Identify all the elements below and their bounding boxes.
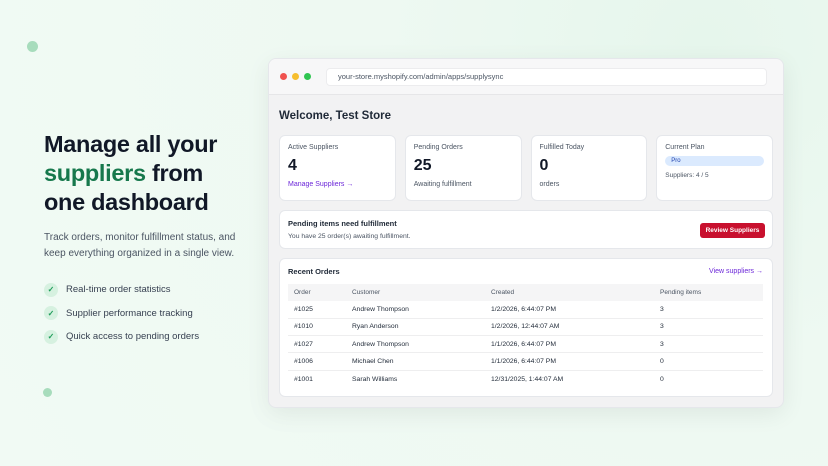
stat-card-active-suppliers: Active Suppliers 4 Manage Suppliers → xyxy=(279,135,396,201)
review-suppliers-button[interactable]: Review Suppliers xyxy=(700,223,765,238)
table-row[interactable]: #1006 Michael Chen 1/1/2026, 6:44:07 PM … xyxy=(288,352,763,371)
dashboard: Welcome, Test Store Active Suppliers 4 M… xyxy=(269,95,783,397)
column-header-pending-items: Pending items xyxy=(654,284,763,301)
order-number: #1010 xyxy=(288,318,346,337)
alert-title: Pending items need fulfillment xyxy=(288,219,397,228)
browser-titlebar: your-store.myshopify.com/admin/apps/supp… xyxy=(269,59,783,95)
created-date: 1/2/2026, 12:44:07 AM xyxy=(485,318,654,337)
stat-card-current-plan: Current Plan Pro Suppliers: 4 / 5 xyxy=(656,135,773,201)
decorative-dot xyxy=(27,41,38,52)
hero-subtext: Track orders, monitor fulfillment status… xyxy=(44,232,236,259)
order-number: #1001 xyxy=(294,375,313,383)
stat-card-fulfilled-today: Fulfilled Today 0 orders xyxy=(530,135,648,201)
headline-line2-rest: from xyxy=(145,160,204,186)
plan-badge: Pro xyxy=(665,156,764,166)
column-header-customer: Customer xyxy=(346,284,485,301)
feature-item: ✓ Quick access to pending orders xyxy=(44,325,254,349)
check-icon: ✓ xyxy=(44,282,58,297)
stat-value: 0 xyxy=(539,157,549,174)
order-number: #1006 xyxy=(288,352,346,371)
stats-row: Active Suppliers 4 Manage Suppliers → Pe… xyxy=(279,135,773,201)
pending-items: 3 xyxy=(654,301,763,319)
pending-items: 3 xyxy=(654,335,763,354)
stat-label: Fulfilled Today xyxy=(539,144,585,151)
stat-value: 25 xyxy=(413,157,432,174)
customer-name: Andrew Thompson xyxy=(346,335,485,354)
headline-line3: one dashboard xyxy=(44,189,209,215)
created-date: 12/31/2025, 1:44:07 AM xyxy=(491,375,564,383)
view-suppliers-link[interactable]: View suppliers → xyxy=(709,268,763,275)
table-row[interactable]: #1025 Andrew Thompson 1/2/2026, 6:44:07 … xyxy=(288,301,763,319)
plan-usage: Suppliers: 4 / 5 xyxy=(665,172,709,179)
stat-label: Active Suppliers xyxy=(288,144,339,151)
customer-name: Sarah Williams xyxy=(352,375,398,383)
check-icon: ✓ xyxy=(44,329,58,344)
stat-label: Current Plan xyxy=(665,144,705,151)
column-header-order: Order xyxy=(288,284,346,301)
created-date: 1/1/2026, 6:44:07 PM xyxy=(485,352,654,371)
orders-table: Order Customer Created Pending items #10… xyxy=(288,284,763,387)
order-number: #1025 xyxy=(288,301,346,319)
pending-items: 0 xyxy=(660,375,664,383)
table-row[interactable]: #1027 Andrew Thompson 1/1/2026, 6:44:07 … xyxy=(288,335,763,354)
hero-headline: Manage all your suppliers from one dashb… xyxy=(44,130,254,217)
address-bar[interactable]: your-store.myshopify.com/admin/apps/supp… xyxy=(326,67,767,86)
created-date: 1/1/2026, 6:44:07 PM xyxy=(485,335,654,354)
customer-name: Andrew Thompson xyxy=(346,301,485,319)
alert-body: You have 25 order(s) awaiting fulfillmen… xyxy=(288,233,411,240)
pending-items: 3 xyxy=(654,318,763,337)
order-number: #1027 xyxy=(288,335,346,354)
stat-sub: Awaiting fulfillment xyxy=(413,181,472,188)
column-header-created: Created xyxy=(485,284,654,301)
feature-label: Real-time order statistics xyxy=(66,284,171,296)
page-title: Welcome, Test Store xyxy=(279,110,392,122)
hero-section: Manage all your suppliers from one dashb… xyxy=(44,130,254,349)
stat-label: Pending Orders xyxy=(413,144,463,151)
table-row[interactable]: #1001 Sarah Williams 12/31/2025, 1:44:07… xyxy=(288,370,763,387)
headline-line1: Manage all your xyxy=(44,131,218,157)
feature-list: ✓ Real-time order statistics ✓ Supplier … xyxy=(44,278,254,349)
table-row[interactable]: #1010 Ryan Anderson 1/2/2026, 12:44:07 A… xyxy=(288,318,763,337)
check-icon: ✓ xyxy=(44,306,58,321)
table-header-row: Order Customer Created Pending items xyxy=(288,284,763,301)
pending-items: 0 xyxy=(654,352,763,371)
headline-accent: suppliers xyxy=(44,160,146,186)
close-window-button[interactable] xyxy=(280,73,287,80)
feature-label: Supplier performance tracking xyxy=(66,307,193,319)
browser-window: your-store.myshopify.com/admin/apps/supp… xyxy=(268,58,784,408)
minimize-window-button[interactable] xyxy=(292,73,299,80)
pending-alert: Pending items need fulfillment You have … xyxy=(279,210,773,249)
customer-name: Michael Chen xyxy=(346,352,485,371)
stat-card-pending-orders: Pending Orders 25 Awaiting fulfillment xyxy=(404,135,522,201)
orders-header: Recent Orders View suppliers → xyxy=(288,267,763,276)
feature-item: ✓ Supplier performance tracking xyxy=(44,302,254,326)
feature-item: ✓ Real-time order statistics xyxy=(44,278,254,302)
manage-suppliers-link[interactable]: Manage Suppliers → xyxy=(288,181,387,188)
orders-title: Recent Orders xyxy=(288,267,340,276)
customer-name: Ryan Anderson xyxy=(346,318,485,337)
stat-value: 4 xyxy=(288,157,297,174)
feature-label: Quick access to pending orders xyxy=(66,331,200,343)
maximize-window-button[interactable] xyxy=(304,73,311,80)
recent-orders-card: Recent Orders View suppliers → Order Cus… xyxy=(279,258,773,397)
decorative-dot xyxy=(43,388,52,397)
created-date: 1/2/2026, 6:44:07 PM xyxy=(485,301,654,319)
stat-sub: orders xyxy=(539,181,560,188)
